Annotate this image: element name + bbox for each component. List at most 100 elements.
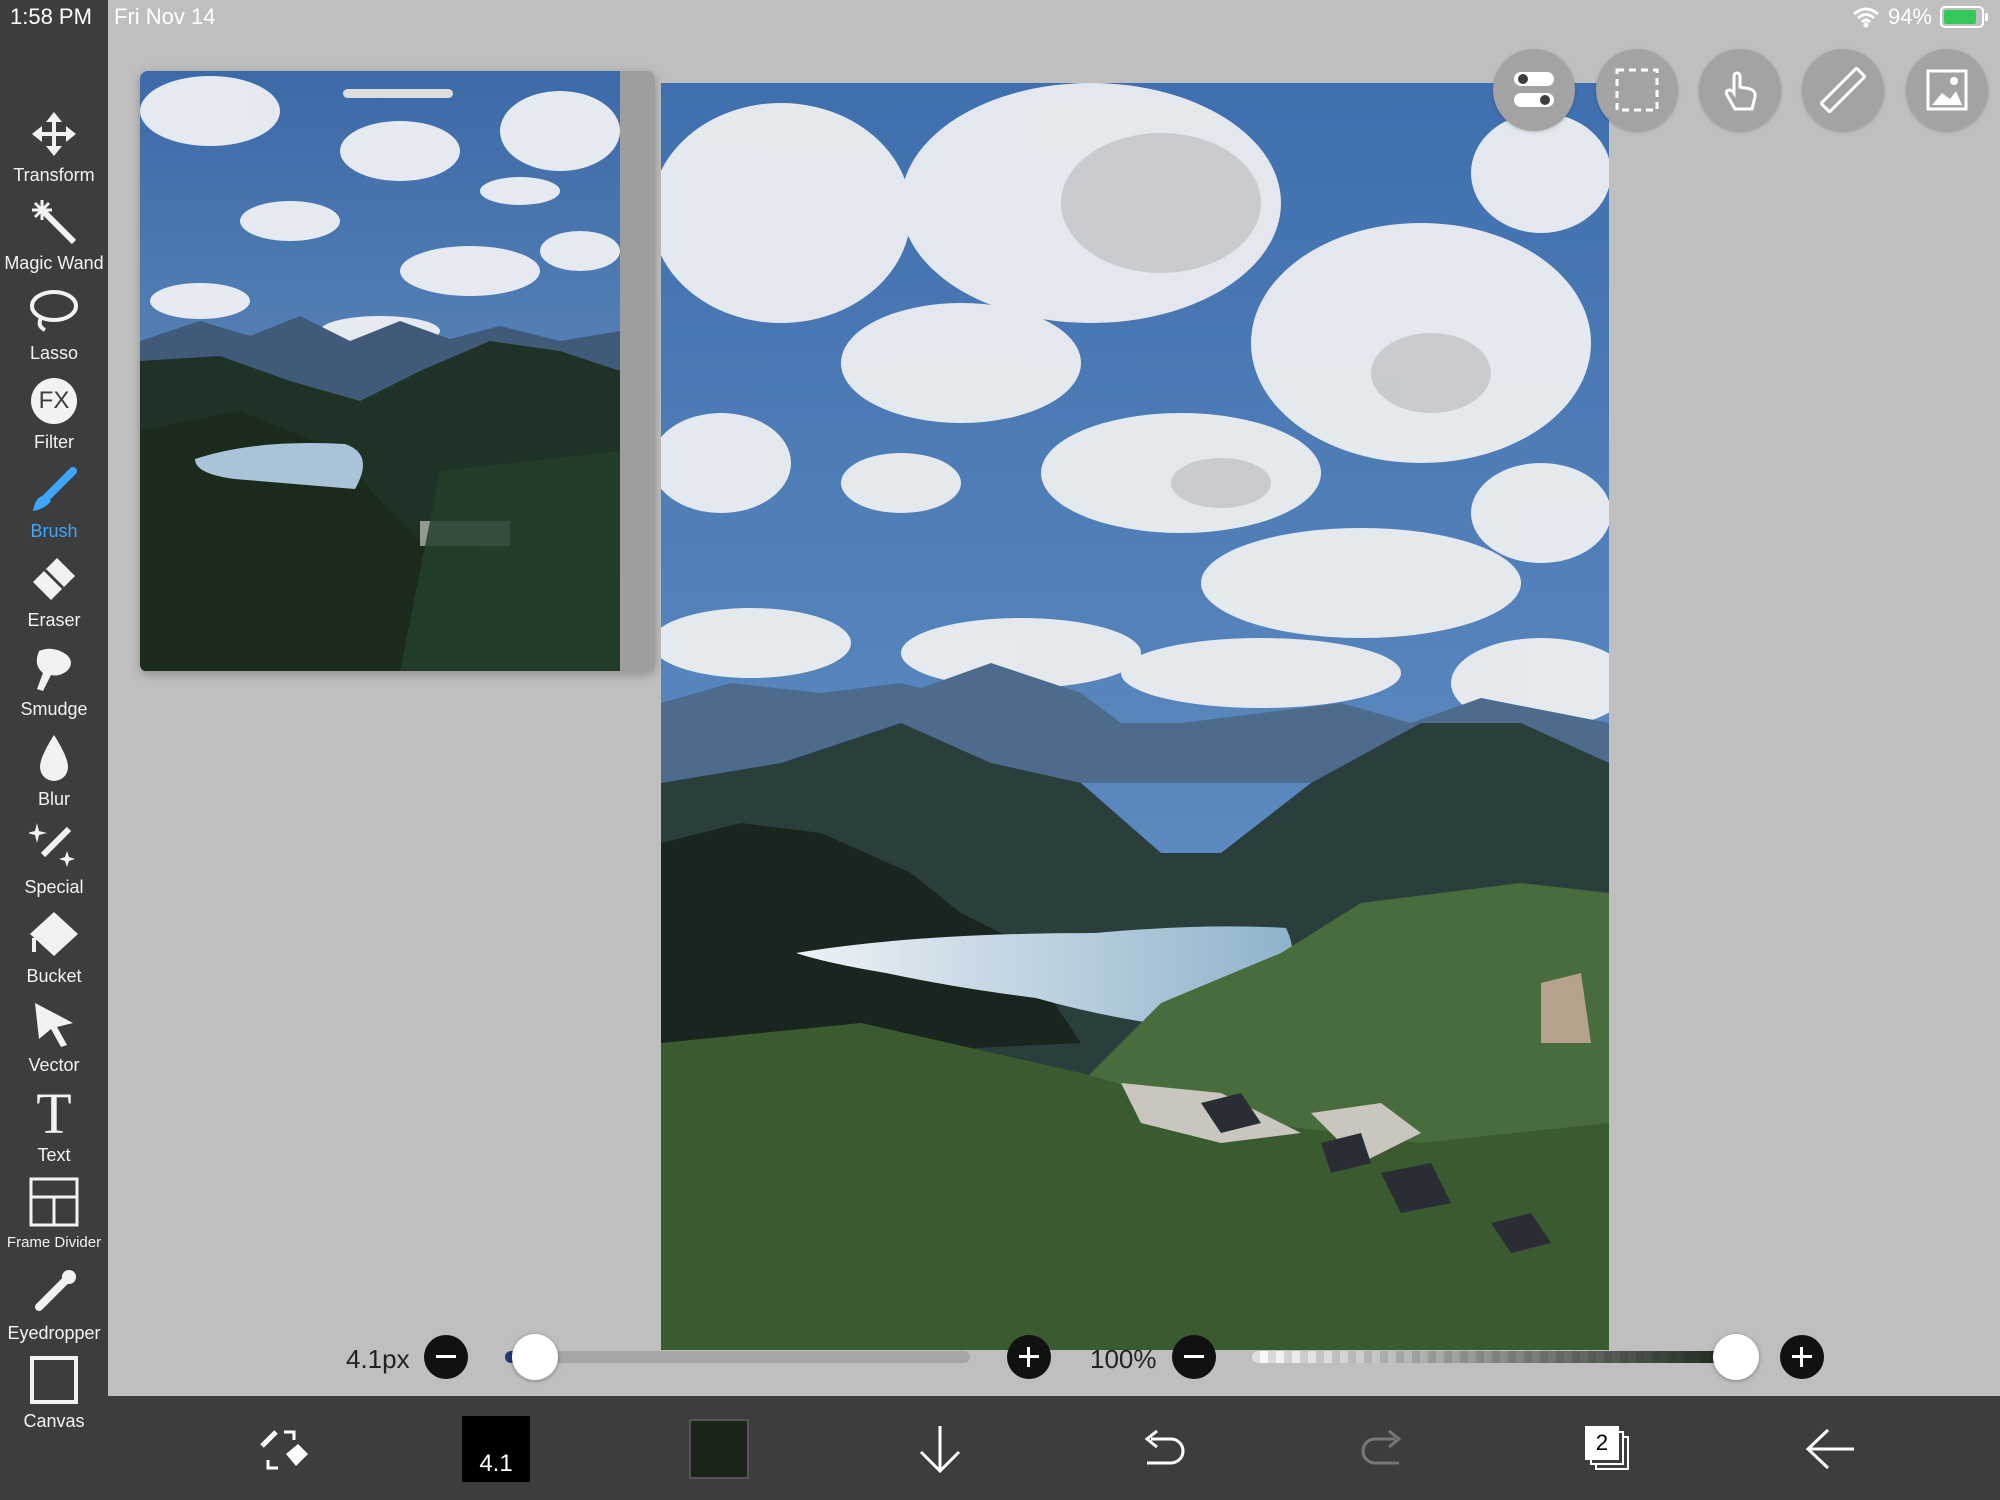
tool-label: Magic Wand bbox=[4, 253, 104, 273]
tool-canvas[interactable]: Canvas bbox=[0, 1346, 108, 1432]
layer-count: 2 bbox=[1585, 1426, 1619, 1460]
text-glyph: T bbox=[36, 1081, 72, 1146]
tool-label: Brush bbox=[30, 521, 78, 541]
opacity-decrease-button[interactable] bbox=[1172, 1335, 1216, 1379]
minus-icon bbox=[436, 1355, 456, 1358]
magic-wand-icon bbox=[26, 194, 82, 250]
eraser-icon bbox=[26, 551, 82, 607]
reference-photo bbox=[140, 71, 620, 671]
selection-button[interactable] bbox=[1596, 49, 1678, 131]
image-reference-icon bbox=[1926, 69, 1968, 111]
minus-icon bbox=[1184, 1355, 1204, 1358]
bottom-toolbar: 4.1 2 bbox=[108, 1396, 2000, 1500]
sparkle-pen-icon bbox=[26, 818, 82, 874]
layers-icon: 2 bbox=[1585, 1426, 1631, 1472]
tool-magic-wand[interactable]: Magic Wand bbox=[0, 188, 108, 274]
brush-size-increase-button[interactable] bbox=[1007, 1335, 1051, 1379]
swap-brush-eraser-button[interactable] bbox=[248, 1416, 316, 1482]
tool-label: Canvas bbox=[23, 1411, 85, 1431]
tool-label: Bucket bbox=[26, 966, 82, 986]
brush-size-track[interactable] bbox=[505, 1351, 970, 1363]
layers-button[interactable]: 2 bbox=[1578, 1416, 1638, 1482]
fx-glyph: FX bbox=[31, 378, 77, 424]
tool-eyedropper[interactable]: Eyedropper bbox=[0, 1258, 108, 1344]
tool-blur[interactable]: Blur bbox=[0, 724, 108, 810]
battery-icon bbox=[1940, 6, 1988, 28]
touch-gesture-button[interactable] bbox=[1699, 49, 1781, 131]
reference-window[interactable] bbox=[140, 71, 655, 672]
arrow-left-icon bbox=[1805, 1428, 1854, 1470]
canvas-artwork bbox=[661, 83, 1609, 1350]
smudge-finger-icon bbox=[26, 640, 82, 696]
tool-label: Lasso bbox=[29, 343, 79, 363]
brush-size-knob[interactable] bbox=[512, 1334, 558, 1380]
back-button[interactable] bbox=[1800, 1416, 1860, 1482]
frame-divider-icon bbox=[26, 1174, 82, 1230]
tool-label: Special bbox=[24, 877, 84, 897]
opacity-knob[interactable] bbox=[1713, 1334, 1759, 1380]
opacity-label: 100% bbox=[1090, 1344, 1157, 1374]
left-toolbar: 1:58 PM Transform Magic Wand Lasso FX Fi… bbox=[0, 0, 108, 1500]
toggle-switch-icon bbox=[1514, 72, 1554, 107]
text-t-icon: T bbox=[26, 1081, 82, 1146]
tool-label: Frame Divider bbox=[6, 1234, 102, 1251]
undo-button[interactable] bbox=[1132, 1416, 1192, 1482]
tool-label: Eyedropper bbox=[7, 1323, 101, 1343]
ruler-button[interactable] bbox=[1802, 49, 1884, 131]
status-time: 1:58 PM bbox=[10, 4, 92, 29]
ruler-icon bbox=[1820, 67, 1866, 113]
tool-frame-divider[interactable]: Frame Divider bbox=[0, 1168, 108, 1254]
status-date: Fri Nov 14 bbox=[114, 4, 216, 29]
redo-button[interactable] bbox=[1354, 1416, 1414, 1482]
tool-label: Vector bbox=[28, 1055, 80, 1075]
tool-transform[interactable]: Transform bbox=[0, 100, 108, 186]
battery-percent: 94% bbox=[1887, 4, 1932, 29]
undo-icon bbox=[1144, 1429, 1185, 1465]
status-indicators: 94% bbox=[1852, 4, 1988, 30]
tool-label: Text bbox=[37, 1145, 71, 1165]
tool-label: Eraser bbox=[27, 610, 81, 630]
current-color-swatch bbox=[689, 1419, 749, 1479]
lasso-icon bbox=[26, 284, 82, 340]
touch-gesture-icon bbox=[1724, 71, 1757, 111]
reference-image-button[interactable] bbox=[1906, 49, 1988, 131]
tool-bucket[interactable]: Bucket bbox=[0, 901, 108, 987]
plus-icon bbox=[1019, 1347, 1039, 1367]
download-button[interactable] bbox=[910, 1416, 970, 1482]
arrow-down-icon bbox=[919, 1426, 961, 1474]
tool-label: Blur bbox=[37, 789, 70, 809]
reference-drag-handle[interactable] bbox=[343, 89, 453, 98]
canvas-square-icon bbox=[26, 1352, 82, 1408]
eyedropper-icon bbox=[26, 1264, 82, 1320]
brush-preview: 4.1 bbox=[462, 1416, 530, 1482]
tool-eraser[interactable]: Eraser bbox=[0, 545, 108, 631]
bucket-icon bbox=[26, 907, 82, 963]
tool-label: Filter bbox=[34, 432, 74, 452]
wifi-icon bbox=[1852, 7, 1879, 28]
opacity-increase-button[interactable] bbox=[1780, 1335, 1824, 1379]
tool-special[interactable]: Special bbox=[0, 812, 108, 898]
tool-label: Smudge bbox=[20, 699, 88, 719]
swap-brush-eraser-icon bbox=[260, 1430, 308, 1470]
brush-settings-button[interactable]: 4.1 bbox=[462, 1416, 530, 1482]
redo-icon bbox=[1361, 1429, 1402, 1465]
fx-icon: FX bbox=[26, 373, 82, 429]
tool-text[interactable]: T Text bbox=[0, 1080, 108, 1166]
opacity-track[interactable] bbox=[1252, 1351, 1737, 1363]
ibispaint-app: 1:58 PM Transform Magic Wand Lasso FX Fi… bbox=[0, 0, 2000, 1500]
selection-marquee-icon bbox=[1615, 68, 1659, 112]
tool-label: Transform bbox=[13, 165, 95, 185]
cursor-arrow-icon bbox=[26, 996, 82, 1052]
tool-smudge[interactable]: Smudge bbox=[0, 634, 108, 720]
tool-brush[interactable]: Brush bbox=[0, 456, 108, 542]
brush-size-decrease-button[interactable] bbox=[424, 1335, 468, 1379]
brush-size-label: 4.1px bbox=[346, 1344, 410, 1374]
drawing-canvas[interactable] bbox=[661, 83, 1609, 1350]
color-picker-button[interactable] bbox=[688, 1416, 750, 1482]
tool-filter[interactable]: FX Filter bbox=[0, 367, 108, 453]
move-arrows-icon bbox=[26, 106, 82, 162]
toggle-switch-button[interactable] bbox=[1493, 49, 1575, 131]
tool-lasso[interactable]: Lasso bbox=[0, 278, 108, 364]
plus-icon bbox=[1792, 1347, 1812, 1367]
tool-vector[interactable]: Vector bbox=[0, 990, 108, 1076]
